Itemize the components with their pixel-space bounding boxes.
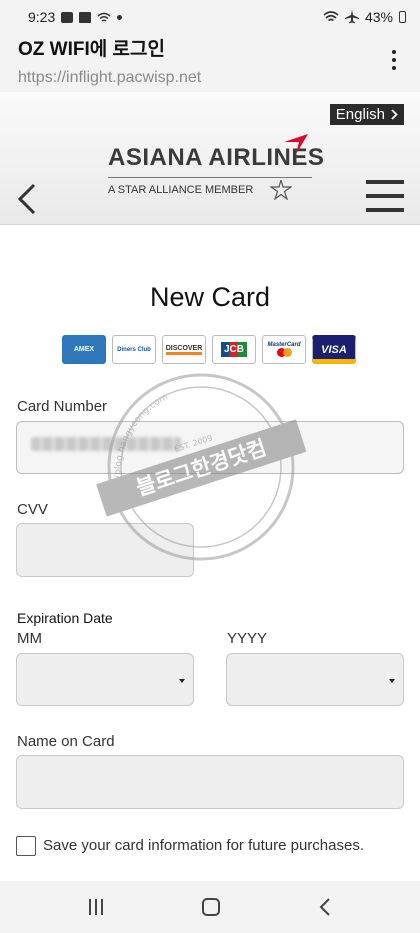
airline-header: English ASIANA AIRLINES A STAR ALLIANCE … [0,92,420,225]
recent-apps-icon[interactable] [89,899,104,915]
url-text[interactable]: https://inflight.pacwisp.net [18,67,402,89]
month-select[interactable] [16,653,194,706]
card-number-blurred-value [31,437,181,451]
card-number-label: Card Number [17,398,108,415]
star-alliance-icon [270,180,292,200]
visa-icon: VISA [312,335,356,364]
new-card-title: New Card [149,282,271,312]
cvv-input[interactable] [16,523,194,577]
asiana-wing-logo-icon [284,134,308,154]
diners-club-icon: Diners Club [112,335,156,364]
language-label: English [335,106,385,123]
discover-icon: DISCOVER [162,335,206,364]
airplane-icon [344,10,359,24]
save-card-label: Save your card information for future pu… [43,837,364,854]
month-label: MM [17,630,42,647]
hamburger-menu-icon[interactable] [366,180,404,212]
page-title-bar: OZ WIFI에 로그인 [18,39,165,60]
chevron-right-icon [391,109,398,120]
puzzle-icon [79,11,92,23]
back-arrow-icon[interactable] [14,182,40,216]
name-on-card-label: Name on Card [17,733,115,750]
year-label: YYYY [227,630,268,647]
battery-icon [399,11,406,23]
system-nav-bar [0,881,420,933]
name-on-card-input[interactable] [16,755,404,809]
language-button[interactable]: English [329,104,404,125]
dropdown-caret-icon [389,679,395,683]
alliance-text: A STAR ALLIANCE MEMBER [108,184,254,196]
expiration-date-label: Expiration Date [17,610,113,626]
amex-icon: AMEX [62,335,106,364]
gallery-icon [61,11,74,23]
back-icon[interactable] [319,898,331,916]
battery-percent: 43% [364,9,393,25]
logo-divider [108,177,312,178]
mastercard-icon: MasterCard [262,335,306,364]
card-number-input[interactable] [16,421,404,474]
status-bar: 9:23 43% [0,0,420,34]
browser-header: OZ WIFI에 로그인 https://inflight.pacwisp.ne… [0,34,420,92]
wifi-small-icon [97,12,111,22]
wifi-icon [323,11,339,22]
status-time: 9:23 [28,9,56,25]
home-icon[interactable] [201,898,220,916]
jcb-icon: JCB [212,335,256,364]
more-options-icon[interactable] [392,50,396,70]
year-select[interactable] [226,653,404,706]
cvv-label: CVV [17,501,48,518]
card-brand-list: AMEX Diners Club DISCOVER JCB MasterCard… [62,335,356,364]
notification-dot-icon [117,14,123,20]
save-card-checkbox[interactable] [16,836,36,856]
dropdown-caret-icon [179,679,185,683]
